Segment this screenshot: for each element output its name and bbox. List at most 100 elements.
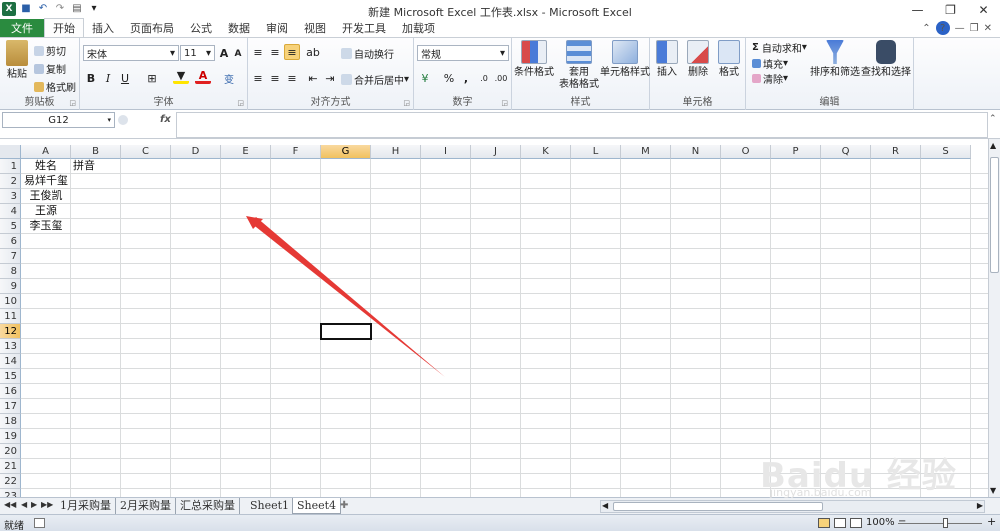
cell-styles-button[interactable]: 单元格样式 [600,40,650,79]
column-header-a[interactable]: A [21,145,71,159]
zoom-level[interactable]: 100% [866,517,895,528]
bold-button[interactable]: B [83,70,99,86]
font-color-icon[interactable]: A [195,69,211,84]
font-size-select[interactable]: 11 ▾ [180,45,215,61]
worksheet-grid[interactable]: A B C D E F G H I J K L M N O P Q R S 1 2 3 4 5 6 7 8 9 10 11 12 13 14 15… [0,145,988,497]
restore-button[interactable]: ❐ [934,0,967,20]
column-header-m[interactable]: M [621,145,671,159]
tab-insert[interactable]: 插入 [84,19,122,37]
vertical-scrollbar[interactable]: ▲ ▼ [988,139,1000,497]
cell-a2[interactable]: 易烊千玺 [21,174,71,188]
next-sheet-icon[interactable]: ▶ [31,500,37,509]
merge-center-button[interactable]: 合并后居中 ▾ [341,72,409,87]
column-header-j[interactable]: J [471,145,521,159]
prev-sheet-icon[interactable]: ◀ [21,500,27,509]
sheet-tab[interactable]: 汇总采购量 [176,498,240,514]
wrap-text-button[interactable]: 自动换行 [341,46,394,61]
row-header-18[interactable]: 18 [0,414,21,429]
row-header-21[interactable]: 21 [0,459,21,474]
tab-review[interactable]: 审阅 [258,19,296,37]
sheet-tab[interactable]: 1月采购量 [56,498,116,514]
last-sheet-icon[interactable]: ▶▶ [41,500,53,509]
insert-function-icon[interactable]: fx [160,114,171,125]
orientation-icon[interactable]: ab [305,44,321,60]
row-header-20[interactable]: 20 [0,444,21,459]
vertical-scroll-thumb[interactable] [990,157,999,273]
page-layout-view-icon[interactable] [834,518,846,528]
row-header-11[interactable]: 11 [0,309,21,324]
align-middle-icon[interactable]: ≡ [267,44,283,60]
zoom-out-icon[interactable]: − [898,516,906,527]
column-header-c[interactable]: C [121,145,171,159]
row-header-3[interactable]: 3 [0,189,21,204]
fill-button[interactable]: 填充 ▾ [752,56,788,71]
column-header-l[interactable]: L [571,145,621,159]
row-header-23[interactable]: 23 [0,489,21,497]
tab-home[interactable]: 开始 [44,18,84,37]
delete-cells-button[interactable]: 删除 [683,40,713,79]
sheet-tab[interactable]: 2月采购量 [116,498,176,514]
column-header-k[interactable]: K [521,145,571,159]
tab-formulas[interactable]: 公式 [182,19,220,37]
italic-button[interactable]: I [100,70,116,86]
scroll-down-icon[interactable]: ▼ [990,486,996,495]
column-header-n[interactable]: N [671,145,721,159]
tab-page-layout[interactable]: 页面布局 [122,19,182,37]
clear-button[interactable]: 清除 ▾ [752,71,788,86]
decrease-indent-icon[interactable]: ⇤ [305,70,321,86]
row-header-4[interactable]: 4 [0,204,21,219]
sheet-tab-active[interactable]: Sheet4 [292,498,342,514]
row-header-8[interactable]: 8 [0,264,21,279]
tab-addins[interactable]: 加载项 [394,19,443,37]
column-header-b[interactable]: B [71,145,121,159]
horizontal-scroll-thumb[interactable] [613,502,823,511]
column-header-r[interactable]: R [871,145,921,159]
row-header-6[interactable]: 6 [0,234,21,249]
font-launcher-icon[interactable]: ◲ [237,99,244,107]
align-top-icon[interactable]: ≡ [250,44,266,60]
row-header-7[interactable]: 7 [0,249,21,264]
column-header-q[interactable]: Q [821,145,871,159]
tab-file[interactable]: 文件 [0,19,44,37]
autosum-button[interactable]: Σ 自动求和 ▾ [752,40,807,55]
row-header-15[interactable]: 15 [0,369,21,384]
column-header-s[interactable]: S [921,145,971,159]
select-all-corner[interactable] [0,145,21,159]
row-header-9[interactable]: 9 [0,279,21,294]
align-center-icon[interactable]: ≡ [267,70,283,86]
close-button[interactable]: ✕ [967,0,1000,20]
zoom-slider[interactable] [898,523,982,524]
column-header-o[interactable]: O [721,145,771,159]
borders-icon[interactable]: ⊞ [144,70,160,86]
insert-cells-button[interactable]: 插入 [652,40,682,79]
scroll-right-icon[interactable]: ▶ [977,501,983,510]
row-header-19[interactable]: 19 [0,429,21,444]
decrease-decimal-button[interactable]: .00 [493,70,509,86]
row-header-16[interactable]: 16 [0,384,21,399]
page-break-view-icon[interactable] [850,518,862,528]
clipboard-launcher-icon[interactable]: ◲ [69,99,76,107]
format-painter-button[interactable]: 格式刷 [34,79,76,94]
cell-a4[interactable]: 王源 [21,204,71,218]
increase-decimal-button[interactable]: .0 [476,70,492,86]
format-as-table-button[interactable]: 套用 表格格式 [558,40,600,91]
formula-bar-expand-icon[interactable]: ⌃ [989,114,997,124]
row-header-5[interactable]: 5 [0,219,21,234]
row-header-10[interactable]: 10 [0,294,21,309]
minimize-button[interactable]: — [901,0,934,20]
zoom-slider-thumb[interactable] [943,518,948,528]
wb-restore-icon[interactable]: ❐ [970,23,979,34]
wb-minimize-icon[interactable]: — [955,23,965,34]
phonetic-icon[interactable]: 变 [221,70,237,86]
column-header-i[interactable]: I [421,145,471,159]
column-header-h[interactable]: H [371,145,421,159]
align-bottom-icon[interactable]: ≡ [284,44,300,60]
name-box[interactable]: G12 ▾ [2,112,115,128]
currency-icon[interactable]: ¥ [417,70,433,86]
formula-input[interactable] [176,112,988,138]
alignment-launcher-icon[interactable]: ◲ [403,99,410,107]
horizontal-scrollbar[interactable]: ◀ ▶ [600,500,985,513]
number-format-select[interactable]: 常规 ▾ [417,45,509,61]
cell-b1[interactable]: 拼音 [71,159,121,173]
underline-button[interactable]: U [117,70,133,86]
